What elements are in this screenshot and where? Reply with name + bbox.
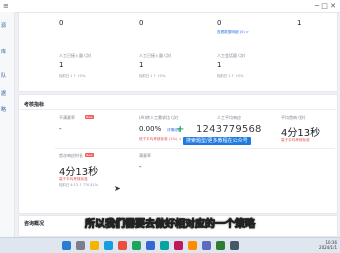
edge-browser-icon[interactable] bbox=[104, 241, 113, 250]
perf-label-3: 人工平均响应 bbox=[217, 115, 241, 120]
perf-label-5: 首次响应时长 bbox=[59, 153, 83, 158]
sidebar-item-4[interactable]: 据 bbox=[1, 90, 6, 97]
app-gray-icon[interactable] bbox=[230, 241, 239, 250]
sidebar-item-3[interactable]: 队 bbox=[1, 72, 6, 79]
perf-value-4: 4分13秒 bbox=[281, 128, 321, 139]
app-orange-icon[interactable] bbox=[188, 241, 197, 250]
plus-icon: + bbox=[176, 124, 185, 135]
stat-label-5: 人工已接入量 (次) bbox=[59, 53, 92, 58]
perf-label-6: 满意率 bbox=[139, 153, 151, 158]
perf-red-4: 高于平均考核标准 bbox=[281, 138, 310, 142]
menu-icon[interactable]: ≡ bbox=[3, 0, 9, 12]
search-icon[interactable] bbox=[76, 241, 85, 250]
stat-value-7: 1 bbox=[217, 61, 222, 69]
mouse-cursor-icon: ➤ bbox=[114, 184, 121, 193]
window-controls[interactable]: ─ □ ✕ bbox=[315, 0, 336, 12]
app-pink-icon[interactable] bbox=[174, 241, 183, 250]
perf-sub-5: 较前日 4:13 ↑ 770.41% bbox=[59, 183, 98, 187]
perf-value-5: 4分13秒 bbox=[59, 167, 99, 178]
stat-value-4: 1 bbox=[297, 19, 302, 27]
perf-value-6: - bbox=[139, 163, 142, 171]
windows-start-icon[interactable] bbox=[62, 241, 71, 250]
detail-link[interactable]: 查看数据明细 (0) > bbox=[217, 30, 249, 35]
stat-value-2: 0 bbox=[139, 19, 144, 27]
app-teal-icon[interactable] bbox=[160, 241, 169, 250]
wechat-icon[interactable] bbox=[216, 241, 225, 250]
stat-value-6: 1 bbox=[139, 61, 144, 69]
stat-label-6: 人工已接入量 (次) bbox=[139, 53, 172, 58]
system-clock[interactable]: 10:36 2024/1/1 bbox=[319, 240, 337, 250]
stat-label-7: 人工会话量 (次) bbox=[217, 53, 246, 58]
perf-label-2: (AI)转人工需求比 (次) bbox=[139, 115, 179, 120]
sidebar: 源 库 队 据 略 bbox=[0, 12, 15, 237]
sidebar-item-2[interactable]: 库 bbox=[1, 48, 6, 55]
sidebar-item-5[interactable]: 略 bbox=[1, 106, 6, 113]
perf-label-4: 平均首响 (秒) bbox=[281, 115, 306, 120]
file-explorer-icon[interactable] bbox=[90, 241, 99, 250]
perf-label-1: 不满意率 bbox=[59, 115, 75, 120]
taskbar: 10:36 2024/1/1 bbox=[0, 237, 340, 253]
app-blue-icon[interactable] bbox=[146, 241, 155, 250]
sidebar-item-1[interactable]: 源 bbox=[1, 22, 6, 29]
new-badge-2: New bbox=[85, 153, 94, 157]
stat-value-1: 0 bbox=[59, 19, 64, 27]
perf-panel: 考核指标 不满意率 New - (AI)转人工需求比 (次) 0.00% 详情设… bbox=[18, 94, 338, 214]
stat-sub-7: 较前日 1 ↑ +0% bbox=[217, 74, 244, 78]
perf-row-divider bbox=[55, 148, 335, 149]
perf-value-1: - bbox=[59, 125, 62, 133]
stat-value-5: 1 bbox=[59, 61, 64, 69]
watermark-tag: 搜索题型/更多教程在公众号 bbox=[183, 137, 251, 145]
perf-divider bbox=[19, 109, 337, 110]
app-red-icon[interactable] bbox=[118, 241, 127, 250]
perf-value-2: 0.00% bbox=[139, 125, 162, 133]
watermark-number: 1243779568 bbox=[196, 124, 262, 135]
perf-title: 考核指标 bbox=[24, 102, 45, 108]
stats-panel: 0 0 0 查看数据明细 (0) > 1 人工已接入量 (次) 1 较前日 1 … bbox=[18, 12, 338, 92]
video-subtitle: 所以我们需要去做好相对应的一个策略 bbox=[85, 219, 256, 231]
stat-sub-6: 较前日 1 ↑ +0% bbox=[139, 74, 166, 78]
new-badge-1: New bbox=[85, 115, 94, 119]
stat-value-3: 0 bbox=[217, 19, 222, 27]
app-green-icon[interactable] bbox=[132, 241, 141, 250]
clock-date: 2024/1/1 bbox=[319, 244, 337, 250]
app-indigo-icon[interactable] bbox=[202, 241, 211, 250]
stat-sub-5: 较前日 1 ↑ +0% bbox=[59, 74, 86, 78]
